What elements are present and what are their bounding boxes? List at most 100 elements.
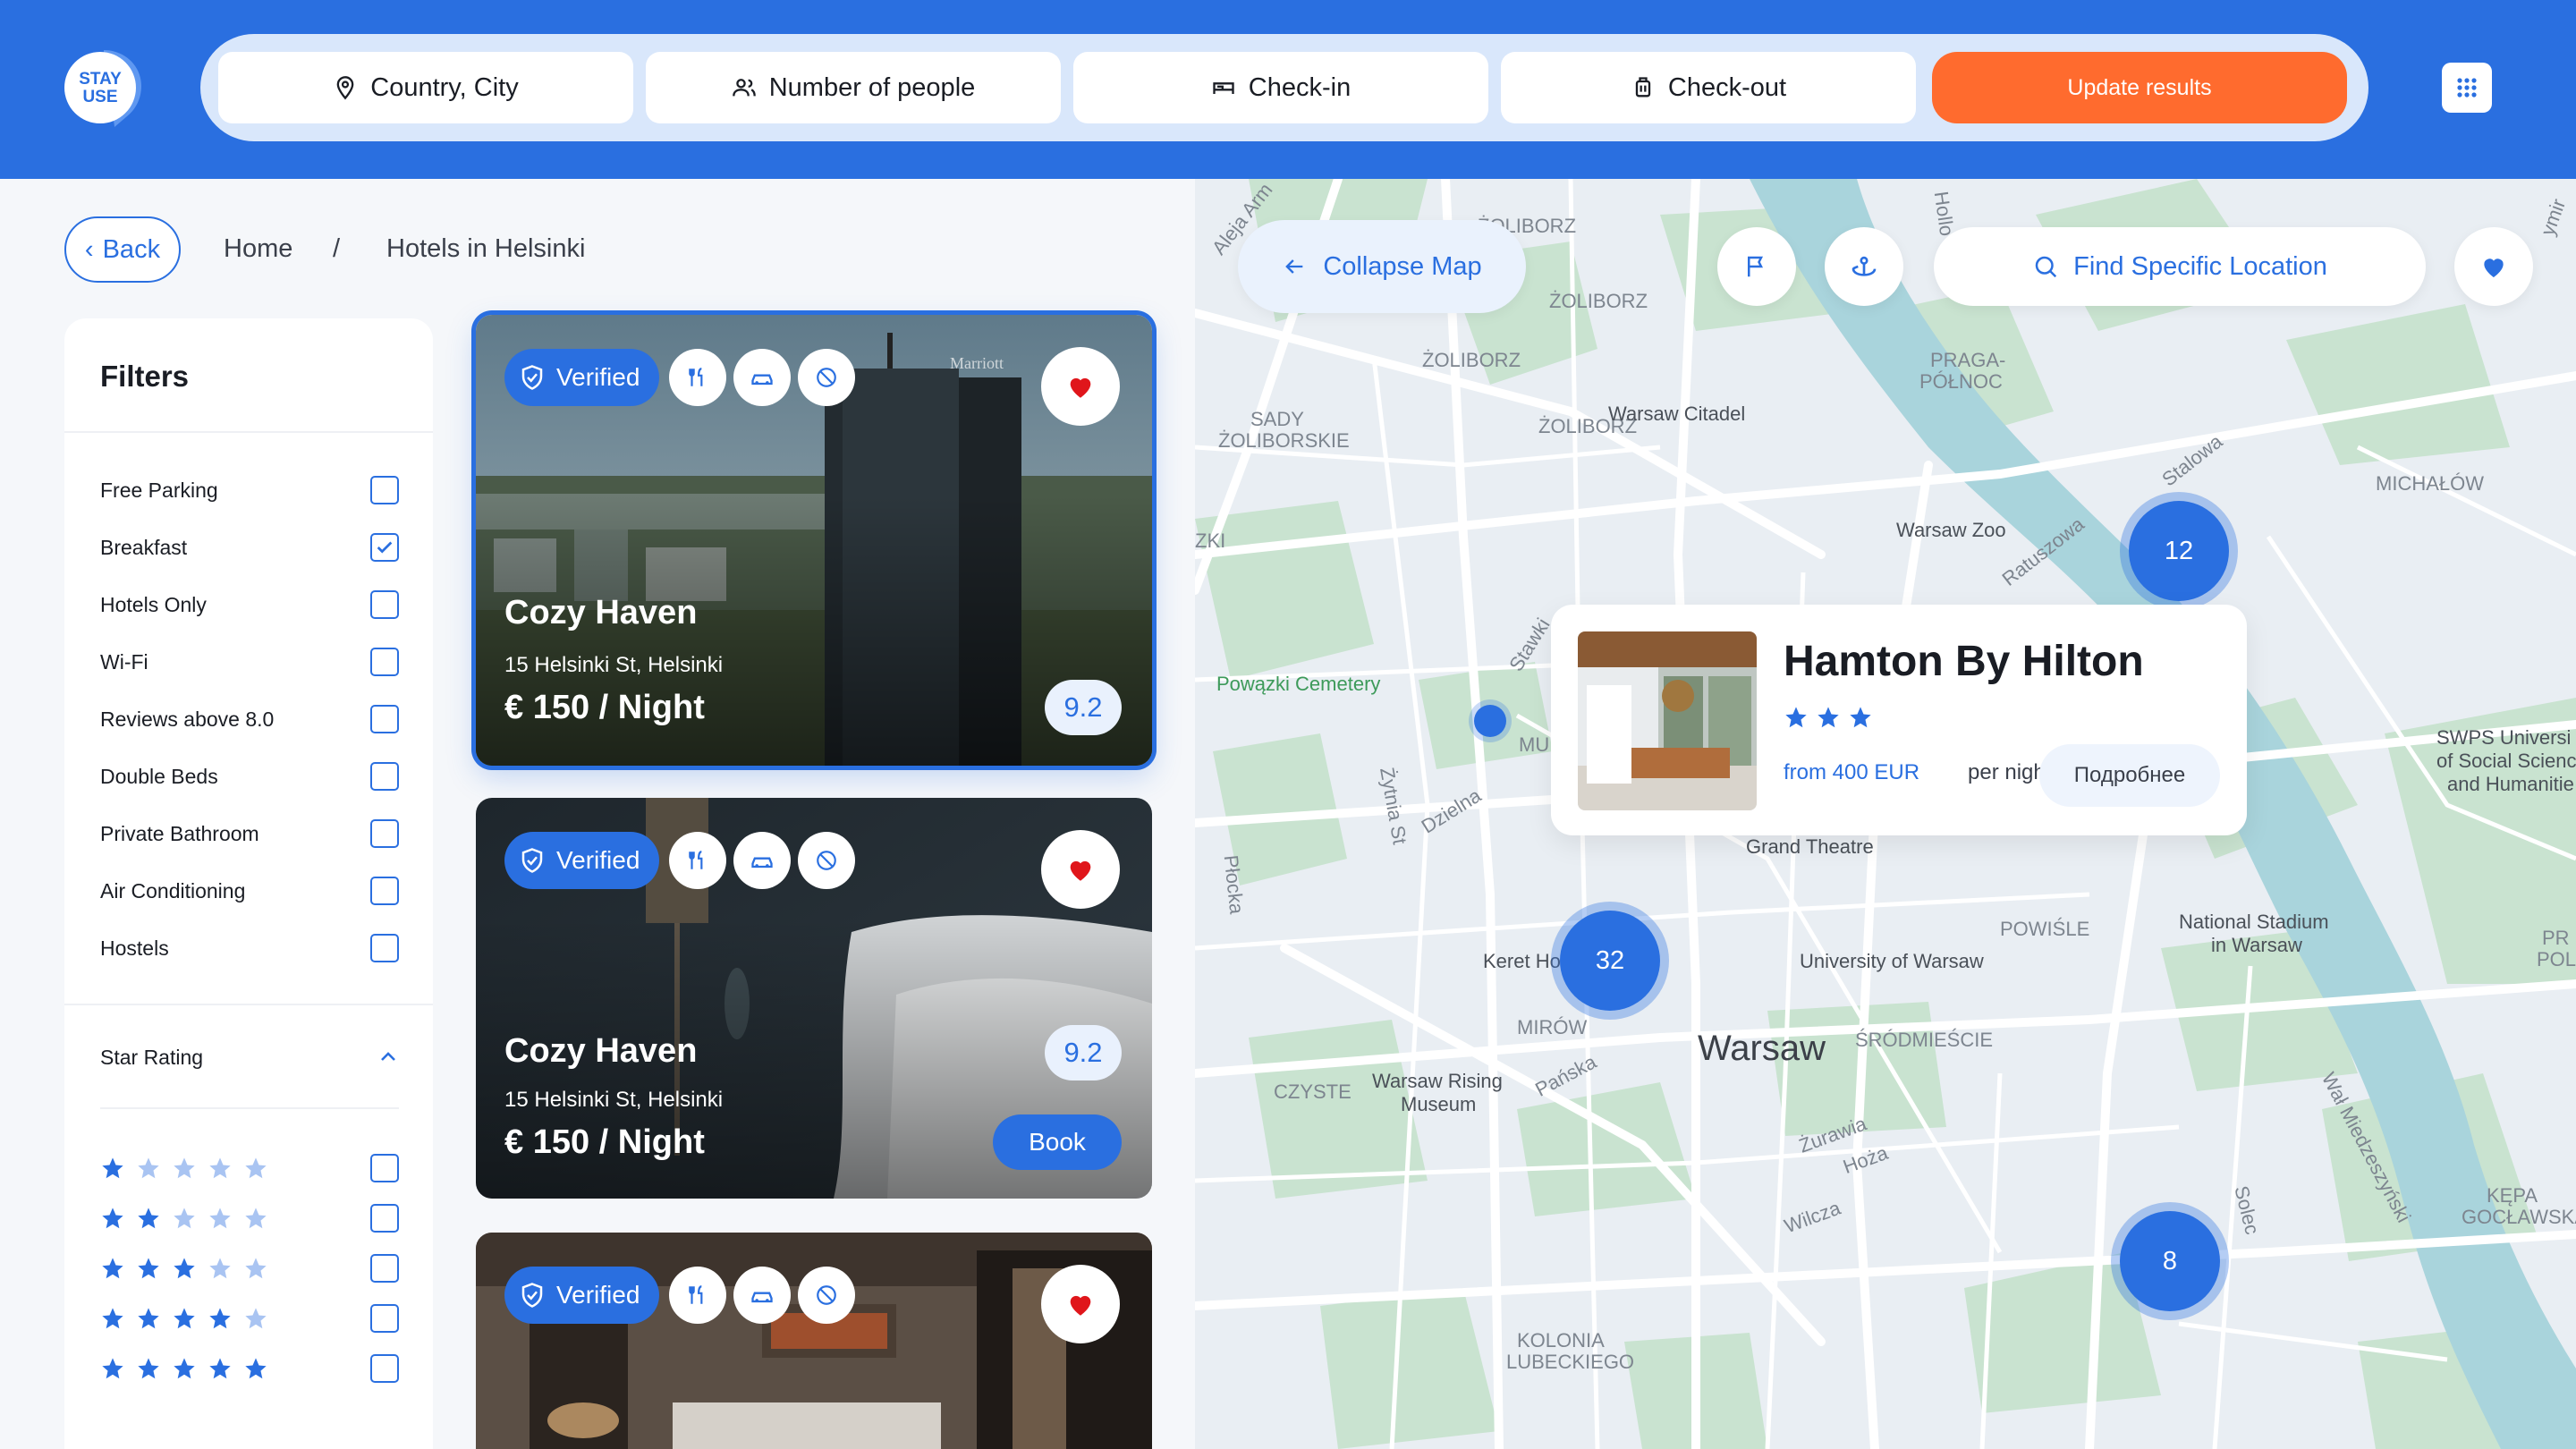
street-view-button[interactable] xyxy=(1825,227,1903,306)
filter-option-label: Hotels Only xyxy=(100,592,207,616)
filter-checkbox[interactable] xyxy=(370,705,399,733)
book-button[interactable]: Book xyxy=(993,1114,1122,1170)
checkin-field[interactable]: Check-in xyxy=(1073,52,1488,123)
favorite-button[interactable] xyxy=(1041,347,1120,426)
filter-option[interactable]: Free Parking xyxy=(100,472,399,508)
star-icon xyxy=(245,1308,267,1329)
star-icon xyxy=(174,1208,195,1229)
apps-grid-button[interactable] xyxy=(2442,63,2492,113)
star-rating-checkbox[interactable] xyxy=(370,1354,399,1383)
star-icon xyxy=(102,1208,123,1229)
map-label: in Warsaw xyxy=(2211,934,2302,956)
review-score: 9.2 xyxy=(1045,680,1122,735)
map-label: Museum xyxy=(1401,1093,1477,1115)
map-label: University of Warsaw xyxy=(1800,950,1984,972)
stayuse-logo[interactable]: STAY USE xyxy=(61,45,147,131)
map-label: Warsaw Citadel xyxy=(1608,402,1746,425)
map-label: Keret Ho xyxy=(1483,950,1561,972)
map-label: POL xyxy=(2537,948,2576,970)
star-rating-checkbox[interactable] xyxy=(370,1304,399,1333)
breadcrumb-home[interactable]: Home xyxy=(224,234,292,264)
favorite-button[interactable] xyxy=(1041,830,1120,909)
filter-checkbox[interactable] xyxy=(370,648,399,676)
checkin-field-label: Check-in xyxy=(1248,72,1352,102)
no-smoking-icon xyxy=(817,1285,836,1305)
map-label: Warsaw Zoo xyxy=(1896,519,2006,541)
back-button[interactable]: ‹ Back xyxy=(64,216,181,283)
verified-label: Verified xyxy=(556,1281,640,1309)
filter-option[interactable]: Breakfast xyxy=(100,530,399,565)
star-rating-option[interactable] xyxy=(100,1301,399,1336)
location-field[interactable]: Country, City xyxy=(218,52,633,123)
map-cluster[interactable]: 12 xyxy=(2129,501,2229,601)
star-rating-option[interactable] xyxy=(100,1200,399,1236)
star-icon xyxy=(174,1308,195,1329)
restaurant-chip xyxy=(669,832,726,889)
filter-checkbox[interactable] xyxy=(370,877,399,905)
map-label: SADY xyxy=(1250,408,1304,430)
filter-option-label: Wi-Fi xyxy=(100,649,148,674)
star-rating-checkbox[interactable] xyxy=(370,1204,399,1233)
divider xyxy=(64,431,433,433)
star-rating-checkbox[interactable] xyxy=(370,1254,399,1283)
filter-option-label: Reviews above 8.0 xyxy=(100,707,275,731)
star-rating-option[interactable] xyxy=(100,1351,399,1386)
chevron-up-icon[interactable] xyxy=(377,1046,399,1068)
luggage-icon xyxy=(1635,77,1651,97)
flag-button[interactable] xyxy=(1717,227,1796,306)
star-rating-header[interactable]: Star Rating xyxy=(100,1039,399,1075)
filter-option[interactable]: Reviews above 8.0 xyxy=(100,701,399,737)
filter-checkbox[interactable] xyxy=(370,590,399,619)
star-rating-option[interactable] xyxy=(100,1150,399,1186)
map-label: ŻOLIBORSKIE xyxy=(1218,429,1350,452)
filter-option[interactable]: Hostels xyxy=(100,930,399,966)
hotel-card[interactable]: Marriott Verified Cozy Haven 15 Helsinki… xyxy=(476,315,1152,766)
hotel-photo xyxy=(476,1233,1152,1449)
star-rating-option[interactable] xyxy=(100,1250,399,1286)
collapse-map-button[interactable]: Collapse Map xyxy=(1238,220,1526,313)
popup-star-rating xyxy=(1784,705,1873,730)
filter-checkbox[interactable] xyxy=(370,533,399,562)
filter-checkbox[interactable] xyxy=(370,476,399,504)
map-label: ŻOLIBORZ xyxy=(1549,290,1648,312)
checkout-field[interactable]: Check-out xyxy=(1501,52,1916,123)
star-icon xyxy=(138,1157,159,1179)
star-icon xyxy=(102,1358,123,1379)
star-rating-checkbox[interactable] xyxy=(370,1154,399,1182)
shield-check-icon xyxy=(521,1283,543,1308)
map-cluster[interactable]: 8 xyxy=(2120,1211,2220,1311)
filter-checkbox[interactable] xyxy=(370,934,399,962)
parking-chip xyxy=(733,1267,791,1324)
popup-details-button[interactable]: Подробнее xyxy=(2039,744,2220,807)
current-location-marker[interactable] xyxy=(1474,705,1506,737)
verified-badge: Verified xyxy=(504,349,660,406)
svg-text:USE: USE xyxy=(82,88,117,106)
back-button-label: Back xyxy=(102,234,161,264)
map-label: PR xyxy=(2542,927,2570,949)
favorite-button[interactable] xyxy=(1041,1265,1120,1343)
star-icon xyxy=(245,1358,267,1379)
find-location-label: Find Specific Location xyxy=(2073,251,2327,281)
filter-checkbox[interactable] xyxy=(370,762,399,791)
filter-option[interactable]: Hotels Only xyxy=(100,587,399,623)
no-smoking-icon xyxy=(817,368,836,387)
find-location-button[interactable]: Find Specific Location xyxy=(1934,227,2426,306)
hotel-card[interactable]: Verified xyxy=(476,1233,1152,1449)
filter-option[interactable]: Double Beds xyxy=(100,758,399,794)
favorites-button[interactable] xyxy=(2454,227,2533,306)
star-rating-title: Star Rating xyxy=(100,1045,204,1069)
hotel-card[interactable]: Verified Cozy Haven 15 Helsinki St, Hels… xyxy=(476,798,1152,1199)
filter-option[interactable]: Private Bathroom xyxy=(100,816,399,852)
filter-option[interactable]: Wi-Fi xyxy=(100,644,399,680)
restaurant-chip xyxy=(669,1267,726,1324)
people-field[interactable]: Number of people xyxy=(646,52,1061,123)
filter-checkbox[interactable] xyxy=(370,819,399,848)
map-cluster[interactable]: 32 xyxy=(1560,911,1660,1011)
hotel-popup[interactable]: Hamton By Hilton from 400 EUR per night … xyxy=(1551,605,2247,835)
update-results-button[interactable]: Update results xyxy=(1932,52,2347,123)
divider xyxy=(100,1107,399,1109)
star-icon xyxy=(138,1208,159,1229)
filter-option[interactable]: Air Conditioning xyxy=(100,873,399,909)
map-label: PÓŁNOC xyxy=(1919,370,2003,393)
map-label: and Humanitie xyxy=(2447,773,2574,795)
